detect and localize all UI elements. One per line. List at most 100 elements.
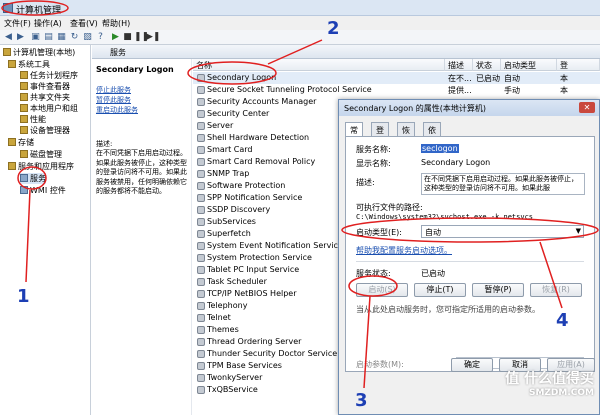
menu-action[interactable]: 操作(A): [34, 18, 62, 29]
gear-icon: [197, 158, 205, 166]
folder-icon[interactable]: ▣: [30, 32, 41, 43]
service-name-cell: TCP/IP NetBIOS Helper: [207, 289, 297, 298]
close-icon[interactable]: ✕: [579, 102, 595, 113]
tree-item-services[interactable]: 服务: [20, 173, 46, 184]
pause-icon[interactable]: ❚❚: [134, 32, 149, 43]
tab-recovery[interactable]: 恢复: [397, 122, 415, 146]
window-titlebar: 计算机管理: [0, 0, 600, 16]
gear-icon: [197, 326, 205, 334]
tree-item-wmi[interactable]: WMI 控件: [20, 185, 66, 196]
selected-service-name: Secondary Logon: [96, 65, 174, 74]
export-icon[interactable]: ▧: [82, 32, 93, 43]
tools-icon: [8, 60, 16, 68]
menu-view[interactable]: 查看(V): [70, 18, 98, 29]
stop-service-link[interactable]: 停止此服务: [96, 85, 131, 95]
watermark-main: 值 什么值得买: [505, 371, 594, 387]
tab-dependencies[interactable]: 依存关系: [423, 122, 441, 168]
help-icon[interactable]: ?: [95, 32, 106, 43]
gear-icon: [197, 146, 205, 154]
service-name-cell: Smart Card: [207, 145, 253, 154]
tree-item-device-manager[interactable]: 设备管理器: [20, 125, 70, 136]
dialog-description-field[interactable]: 在不同凭据下启用启动过程。如果此服务被停止，这种类型的登录访问将不可用。如果此服: [421, 173, 585, 195]
service-name-cell: Thread Ordering Server: [207, 337, 302, 346]
table-row[interactable]: Secondary Logon 在不... 已启动 自动 本: [193, 72, 600, 84]
tab-general[interactable]: 常规: [345, 122, 363, 146]
clock-icon: [20, 71, 28, 79]
properties-icon[interactable]: ▦: [56, 32, 67, 43]
service-name-value: seclogon: [421, 144, 459, 153]
table-row[interactable]: Secure Socket Tunneling Protocol Service…: [193, 84, 600, 96]
services-pane-header: 服务: [92, 45, 600, 59]
tree-item-task-scheduler[interactable]: 任务计划程序: [20, 70, 78, 81]
gear-icon: [197, 338, 205, 346]
executable-path-label: 可执行文件的路径:: [356, 203, 423, 212]
tree-item-disk-management[interactable]: 磁盘管理: [20, 149, 62, 160]
restart-service-link[interactable]: 重启动此服务: [96, 105, 138, 115]
list-icon[interactable]: ▤: [43, 32, 54, 43]
annotation-number-1: 1: [17, 286, 30, 307]
gear-icon: [197, 254, 205, 262]
column-description[interactable]: 描述: [445, 59, 473, 71]
play-icon[interactable]: ▶: [110, 32, 121, 43]
gear-icon: [197, 74, 205, 82]
tree-item-local-users[interactable]: 本地用户和组: [20, 103, 78, 114]
service-logon-cell: 本: [560, 86, 568, 95]
restart-icon[interactable]: ▶❚: [146, 32, 160, 43]
gear-icon: [197, 314, 205, 322]
tree-item-performance[interactable]: 性能: [20, 114, 46, 125]
gear-icon: [197, 242, 205, 250]
pause-button[interactable]: 暂停(P): [472, 283, 524, 297]
gear-icon: [197, 206, 205, 214]
startup-help-link[interactable]: 帮助我配置服务启动选项。: [356, 245, 452, 256]
tab-logon[interactable]: 登录: [371, 122, 389, 146]
tree-item-event-viewer[interactable]: 事件查看器: [20, 81, 70, 92]
tree-item-system-tools[interactable]: 系统工具: [8, 59, 50, 70]
service-startup-cell: 自动: [504, 74, 520, 83]
gear-icon: [197, 218, 205, 226]
dialog-titlebar: Secondary Logon 的属性(本地计算机) ✕: [339, 100, 599, 116]
service-name-cell: SNMP Trap: [207, 169, 250, 178]
service-desc-cell: 提供...: [448, 86, 472, 95]
pause-service-link[interactable]: 暂停此服务: [96, 95, 131, 105]
start-button[interactable]: 启动(S): [356, 283, 408, 297]
tree-item-storage[interactable]: 存储: [8, 137, 34, 148]
start-params-hint: 当从此处启动服务时，您可指定所适用的启动参数。: [356, 305, 540, 314]
ok-button[interactable]: 确定: [451, 358, 493, 372]
service-name-cell: Tablet PC Input Service: [207, 265, 300, 274]
menu-help[interactable]: 帮助(H): [102, 18, 130, 29]
menu-file[interactable]: 文件(F): [4, 18, 31, 29]
gear-icon: [197, 362, 205, 370]
column-name[interactable]: 名称: [193, 59, 445, 71]
column-logon[interactable]: 登: [557, 59, 600, 71]
gear-icon: [197, 302, 205, 310]
service-name-cell: SPP Notification Service: [207, 193, 303, 202]
gear-icon: [197, 350, 205, 358]
service-logon-cell: 本: [560, 74, 568, 83]
tree-item-services-and-apps[interactable]: 服务和应用程序: [8, 161, 74, 172]
startup-type-label: 启动类型(E):: [356, 228, 402, 237]
refresh-icon[interactable]: ↻: [69, 32, 80, 43]
stop-button[interactable]: 停止(T): [414, 283, 466, 297]
column-startup-type[interactable]: 启动类型: [501, 59, 557, 71]
gear-icon: [197, 86, 205, 94]
service-name-cell: Task Scheduler: [207, 277, 267, 286]
tree-item-shared-folders[interactable]: 共享文件夹: [20, 92, 70, 103]
column-status[interactable]: 状态: [473, 59, 501, 71]
service-name-cell: Security Center: [207, 109, 270, 118]
gear-icon: [197, 266, 205, 274]
resume-button[interactable]: 恢复(R): [530, 283, 582, 297]
service-name-cell: System Protection Service: [207, 253, 312, 262]
service-desc-cell: 在不...: [448, 74, 472, 83]
startup-type-select[interactable]: 自动 ▼: [421, 225, 584, 238]
services-apps-icon: [8, 162, 16, 170]
service-name-cell: Shell Hardware Detection: [207, 133, 310, 142]
back-icon[interactable]: ◀: [3, 32, 14, 43]
gear-icon: [197, 134, 205, 142]
chevron-down-icon: ▼: [575, 227, 581, 235]
service-name-cell: Smart Card Removal Policy: [207, 157, 316, 166]
stop-icon[interactable]: ■: [122, 32, 133, 43]
forward-icon[interactable]: ▶: [15, 32, 26, 43]
service-name-cell: SubServices: [207, 217, 256, 226]
tree-item-root[interactable]: 计算机管理(本地): [3, 47, 75, 58]
service-name-cell: Security Accounts Manager: [207, 97, 317, 106]
